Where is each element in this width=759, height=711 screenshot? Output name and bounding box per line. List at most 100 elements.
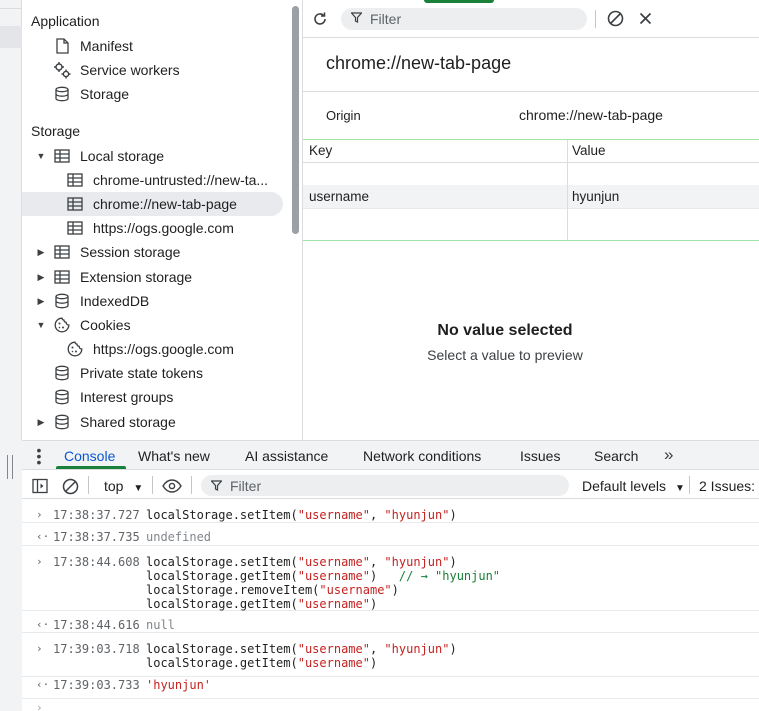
clear-all-icon[interactable] [602, 6, 628, 32]
code-token: , [369, 642, 385, 656]
database-icon [53, 413, 71, 431]
tab-whats-new[interactable]: What's new [138, 448, 210, 464]
code-token: ) [369, 656, 378, 670]
output-return-icon: ‹· [36, 678, 50, 691]
sidebar-item-storage-overview[interactable]: Storage [53, 82, 129, 106]
sidebar-item-private-state-tokens[interactable]: Private state tokens [53, 361, 203, 385]
sidebar-toggle-icon[interactable] [31, 477, 49, 495]
expand-right-icon[interactable]: ▶ [35, 247, 47, 258]
table-row[interactable]: username hyunjun [303, 185, 759, 208]
sidebar-item-cookies[interactable]: ▼ Cookies [35, 313, 131, 337]
more-options-icon[interactable]: • • • [33, 443, 45, 469]
log-levels-dropdown[interactable]: Default levels ▼ [582, 478, 685, 494]
code-token: localStorage.getItem( [146, 656, 298, 670]
code-comment: // → "hyunjun" [398, 569, 501, 583]
column-separator[interactable] [567, 140, 568, 240]
sidebar-item-interest-groups[interactable]: Interest groups [53, 385, 173, 409]
code-string: "username" [297, 508, 370, 522]
console-filter-input[interactable]: Filter [201, 475, 569, 496]
cookie-icon [53, 316, 71, 334]
table-icon [53, 268, 71, 286]
code-token: localStorage.getItem( [146, 569, 298, 583]
clear-console-icon[interactable] [61, 477, 79, 495]
tab-network-conditions[interactable]: Network conditions [363, 448, 481, 464]
toolbar-separator [152, 476, 153, 494]
tab-console[interactable]: Console [64, 448, 115, 464]
sidebar-item-indexeddb[interactable]: ▶ IndexedDB [35, 289, 150, 313]
delete-selected-icon[interactable] [632, 6, 658, 32]
tab-search[interactable]: Search [594, 448, 638, 464]
context-selector[interactable]: top ▼ [104, 478, 143, 494]
application-sidebar: Application Manifest Service workers Sto… [22, 0, 290, 440]
table-header: Key Value [303, 140, 759, 163]
log-entry-output[interactable]: ‹· 17:38:44.616 null [22, 611, 759, 633]
filter-placeholder: Filter [230, 477, 262, 494]
sidebar-item-label: Manifest [80, 38, 133, 54]
tab-ai-assistance[interactable]: AI assistance [245, 448, 328, 464]
more-tabs-chevron-icon[interactable]: » [664, 445, 673, 465]
sidebar-item-label: IndexedDB [80, 293, 150, 309]
log-entry-output[interactable]: ‹· 17:38:37.735 undefined [22, 523, 759, 546]
expand-right-icon[interactable]: ▶ [35, 417, 47, 428]
expand-right-icon[interactable]: ▶ [35, 272, 47, 283]
divider [303, 91, 759, 92]
sidebar-item-shared-storage[interactable]: ▶ Shared storage [35, 410, 176, 434]
storage-toolbar: Filter [303, 0, 759, 38]
sidebar-item-local-storage[interactable]: ▼ Local storage [35, 144, 165, 168]
sidebar-item-service-workers[interactable]: Service workers [53, 58, 180, 82]
sidebar-item-local-chrome-untrusted[interactable]: chrome-untrusted://new-ta... [66, 168, 268, 192]
sidebar-item-label: Shared storage [80, 414, 176, 430]
eye-icon[interactable] [161, 477, 183, 495]
sidebar-item-manifest[interactable]: Manifest [53, 34, 133, 58]
code-token: localStorage.removeItem( [146, 583, 320, 597]
column-header-key[interactable]: Key [309, 143, 332, 158]
storage-filter-input[interactable]: Filter [341, 7, 587, 30]
row-line [303, 208, 759, 209]
cell-value[interactable]: hyunjun [572, 189, 619, 204]
sidebar-item-session-storage[interactable]: ▶ Session storage [35, 240, 181, 264]
code-string: "username" [319, 583, 392, 597]
log-timestamp: 17:38:44.608 [53, 555, 140, 569]
log-timestamp: 17:39:03.733 [53, 678, 140, 692]
log-entry-output[interactable]: ‹· 17:39:03.733 'hyunjun' [22, 677, 759, 699]
empty-state-subtitle: Select a value to preview [427, 347, 583, 363]
code-token: ) [449, 642, 457, 656]
sidebar-item-local-new-tab-page[interactable]: chrome://new-tab-page [22, 192, 283, 216]
sidebar-item-extension-storage[interactable]: ▶ Extension storage [35, 265, 193, 289]
drawer-resize-handle[interactable] [7, 455, 13, 479]
database-icon [53, 364, 71, 382]
input-prompt-icon: › [36, 642, 43, 655]
sidebar-scrollbar[interactable] [292, 6, 299, 234]
database-icon [53, 388, 71, 406]
sidebar-item-label: Service workers [80, 62, 180, 78]
filter-icon [211, 480, 222, 491]
sidebar-item-label: Storage [80, 86, 130, 102]
tab-issues[interactable]: Issues [520, 448, 560, 464]
expand-right-icon[interactable]: ▶ [35, 296, 47, 307]
console-prompt-icon[interactable]: › [36, 701, 43, 711]
column-header-value[interactable]: Value [572, 143, 606, 158]
code-string: "hyunjun" [384, 642, 450, 656]
refresh-icon[interactable] [307, 6, 333, 32]
log-entry-input[interactable]: › 17:39:03.718 localStorage.setItem("use… [22, 633, 759, 677]
toolbar-separator [689, 476, 690, 494]
log-timestamp: 17:38:37.727 [53, 508, 140, 522]
code-token: , [369, 508, 385, 522]
sidebar-item-label: chrome://new-tab-page [93, 196, 237, 212]
sidebar-item-local-ogs-google[interactable]: https://ogs.google.com [66, 216, 234, 240]
expand-down-icon[interactable]: ▼ [35, 320, 47, 330]
code-token: ) [369, 597, 378, 611]
section-title-storage: Storage [31, 123, 81, 139]
issues-counter[interactable]: 2 Issues: [699, 478, 755, 494]
sidebar-item-cookie-ogs-google[interactable]: https://ogs.google.com [66, 337, 234, 361]
table-icon [53, 147, 71, 165]
table-icon [66, 171, 84, 189]
log-entry-input[interactable]: › 17:38:37.727 localStorage.setItem("use… [22, 500, 759, 523]
log-result: undefined [146, 530, 212, 544]
log-entry-input[interactable]: › 17:38:44.608 localStorage.setItem("use… [22, 546, 759, 611]
origin-value: chrome://new-tab-page [519, 107, 663, 123]
cell-key[interactable]: username [309, 189, 369, 204]
code-string: "hyunjun" [384, 555, 450, 569]
expand-down-icon[interactable]: ▼ [35, 151, 47, 161]
document-icon [53, 37, 71, 55]
